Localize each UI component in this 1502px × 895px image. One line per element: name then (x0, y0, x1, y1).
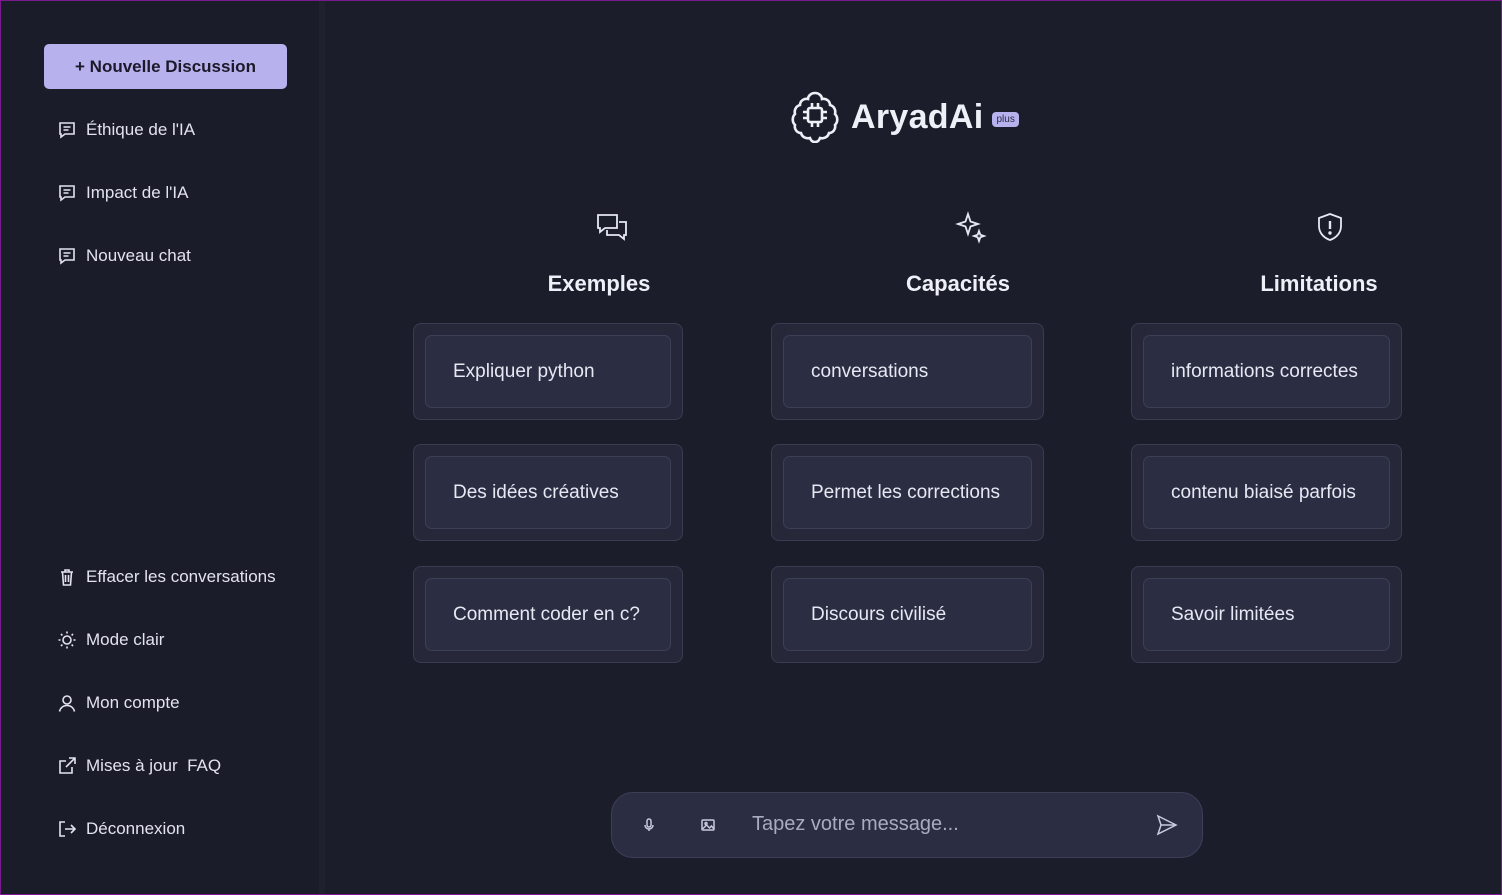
brand-logo: AryadAi plus (787, 87, 1019, 148)
trash-icon (56, 566, 78, 588)
sun-icon (56, 629, 78, 651)
app-window: + Nouvelle Discussion Éthique de l'IA Im… (0, 0, 1502, 895)
send-icon[interactable] (1155, 813, 1179, 837)
chat-icon (56, 245, 78, 267)
brand-name: AryadAi (851, 98, 984, 136)
logout-button[interactable]: Déconnexion (56, 814, 278, 844)
microphone-icon[interactable] (637, 813, 661, 837)
chat-icon (56, 119, 78, 141)
column-title-capacites: Capacités (906, 271, 1010, 296)
card-label: Comment coder en c? (425, 578, 671, 651)
sidebar-item-label: Mises à jour FAQ (86, 756, 222, 775)
chat-bubbles-icon (595, 210, 629, 244)
light-mode-toggle[interactable]: Mode clair (56, 625, 278, 655)
updates-faq-link[interactable]: Mises à jour FAQ (56, 751, 278, 781)
sidebar-item-ethique[interactable]: Éthique de l'IA (56, 115, 278, 145)
limitation-card[interactable]: informations correctes (1131, 323, 1402, 420)
limitation-card[interactable]: Savoir limitées (1131, 566, 1402, 663)
shield-alert-icon (1313, 210, 1347, 244)
user-icon (56, 692, 78, 714)
capability-card[interactable]: conversations (771, 323, 1044, 420)
sidebar-item-label: Nouveau chat (86, 246, 191, 265)
example-card[interactable]: Des idées créatives (413, 444, 683, 541)
column-title-limitations: Limitations (1260, 271, 1378, 296)
sidebar-item-label: Éthique de l'IA (86, 120, 196, 139)
clear-conversations-button[interactable]: Effacer les conversations (56, 562, 278, 592)
chat-icon (56, 182, 78, 204)
plus-badge: plus (992, 112, 1019, 127)
capability-card[interactable]: Discours civilisé (771, 566, 1044, 663)
card-label: contenu biaisé parfois (1143, 456, 1390, 529)
sidebar-item-label: Mon compte (86, 693, 180, 712)
capability-card[interactable]: Permet les corrections (771, 444, 1044, 541)
card-label: Permet les corrections (783, 456, 1032, 529)
message-composer (611, 792, 1203, 858)
logout-icon (56, 818, 78, 840)
sidebar: + Nouvelle Discussion Éthique de l'IA Im… (1, 1, 325, 894)
card-label: informations correctes (1143, 335, 1390, 408)
example-card[interactable]: Expliquer python (413, 323, 683, 420)
sidebar-item-label: Effacer les conversations (86, 567, 276, 586)
column-title-exemples: Exemples (547, 271, 651, 296)
new-discussion-button[interactable]: + Nouvelle Discussion (44, 44, 287, 89)
sidebar-item-impact[interactable]: Impact de l'IA (56, 178, 278, 208)
card-label: Savoir limitées (1143, 578, 1390, 651)
account-button[interactable]: Mon compte (56, 688, 278, 718)
message-input[interactable] (750, 805, 1134, 843)
limitation-card[interactable]: contenu biaisé parfois (1131, 444, 1402, 541)
sidebar-item-label: Déconnexion (86, 819, 186, 838)
sidebar-item-label: Mode clair (86, 630, 165, 649)
card-label: Expliquer python (425, 335, 671, 408)
sparkles-icon (954, 210, 988, 244)
card-label: conversations (783, 335, 1032, 408)
example-card[interactable]: Comment coder en c? (413, 566, 683, 663)
sidebar-item-nouveau-chat[interactable]: Nouveau chat (56, 241, 278, 271)
external-link-icon (56, 755, 78, 777)
brain-chip-icon (787, 87, 843, 148)
card-label: Des idées créatives (425, 456, 671, 529)
image-icon[interactable] (696, 813, 720, 837)
card-label: Discours civilisé (783, 578, 1032, 651)
sidebar-item-label: Impact de l'IA (86, 183, 189, 202)
